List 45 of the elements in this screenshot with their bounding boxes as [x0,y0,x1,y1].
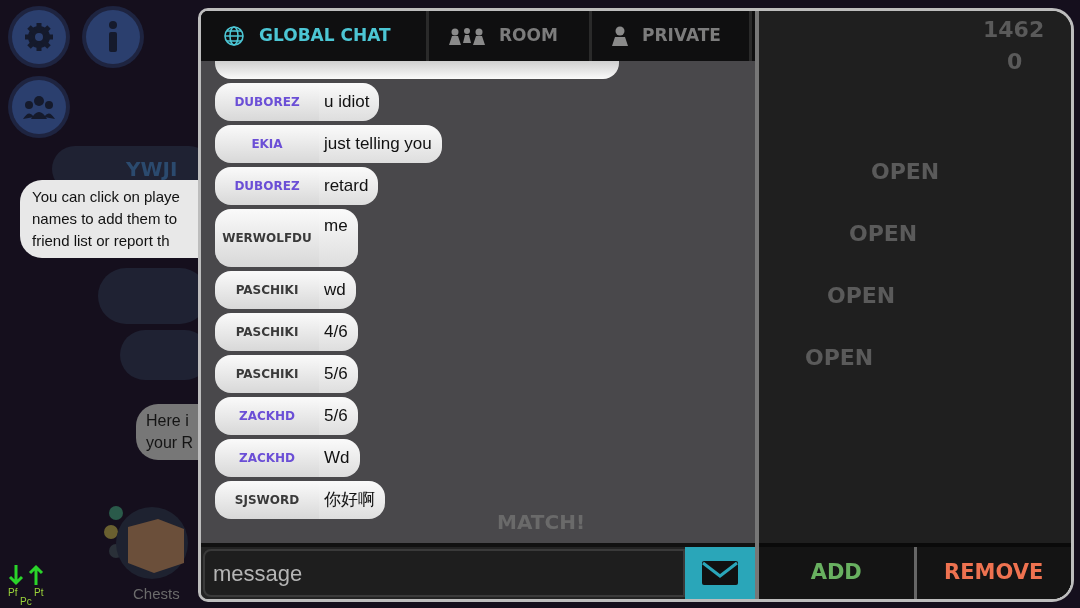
message-input[interactable]: message [203,549,685,597]
coins-text: 0 [1007,48,1023,76]
message-text: 5/6 [319,397,358,435]
player-name-button[interactable]: PASCHIKI [215,271,319,309]
friends-button[interactable] [12,80,66,134]
open-label: OPEN [827,282,896,310]
arrows-icon [8,562,44,587]
open-label: OPEN [849,220,918,248]
message-text: retard [319,167,379,205]
info-button[interactable] [86,10,140,64]
score-text: 1462 [983,16,1045,44]
chests-label: Chests [133,584,180,604]
message-text: u idiot [319,83,380,121]
open-label: OPEN [805,344,874,372]
message-text: me [319,209,358,267]
player-name-button[interactable]: WERWOLFDU [215,209,319,267]
chat-tab[interactable]: GLOBAL CHAT [201,11,429,61]
settings-button[interactable] [12,10,66,64]
player-name-button[interactable]: PASCHIKI [215,313,319,351]
group-icon [449,27,485,45]
message-text: 4/6 [319,313,358,351]
debug-label: Pt [34,587,44,598]
open-label: OPEN [871,158,940,186]
person-icon [612,26,628,46]
settings-icon [24,22,54,52]
message-text: just telling you [319,125,442,163]
message-text: 你好啊 [319,481,385,519]
send-button[interactable] [685,547,755,599]
globe-icon [223,25,245,47]
player-name-button[interactable]: ZACKHD [215,439,319,477]
player-name-button[interactable]: ZACKHD [215,397,319,435]
player-name-button[interactable]: EKIA [215,125,319,163]
debug-label: Pc [20,596,32,607]
player-name: YWJI [126,156,178,183]
message-text: 5/6 [319,355,358,393]
remove-button[interactable]: REMOVE [913,547,1071,599]
message-text: Wd [319,439,360,477]
group-icon [23,95,55,119]
player-name-button[interactable]: SJSWORD [215,481,319,519]
message-text: wd [319,271,356,309]
debug-label: Pf [8,587,18,598]
player-name-button[interactable]: DUBOREZ [215,167,319,205]
player-name-button[interactable]: DUBOREZ [215,83,319,121]
envelope-icon [701,560,739,586]
player-name-button[interactable]: PASCHIKI [215,355,319,393]
